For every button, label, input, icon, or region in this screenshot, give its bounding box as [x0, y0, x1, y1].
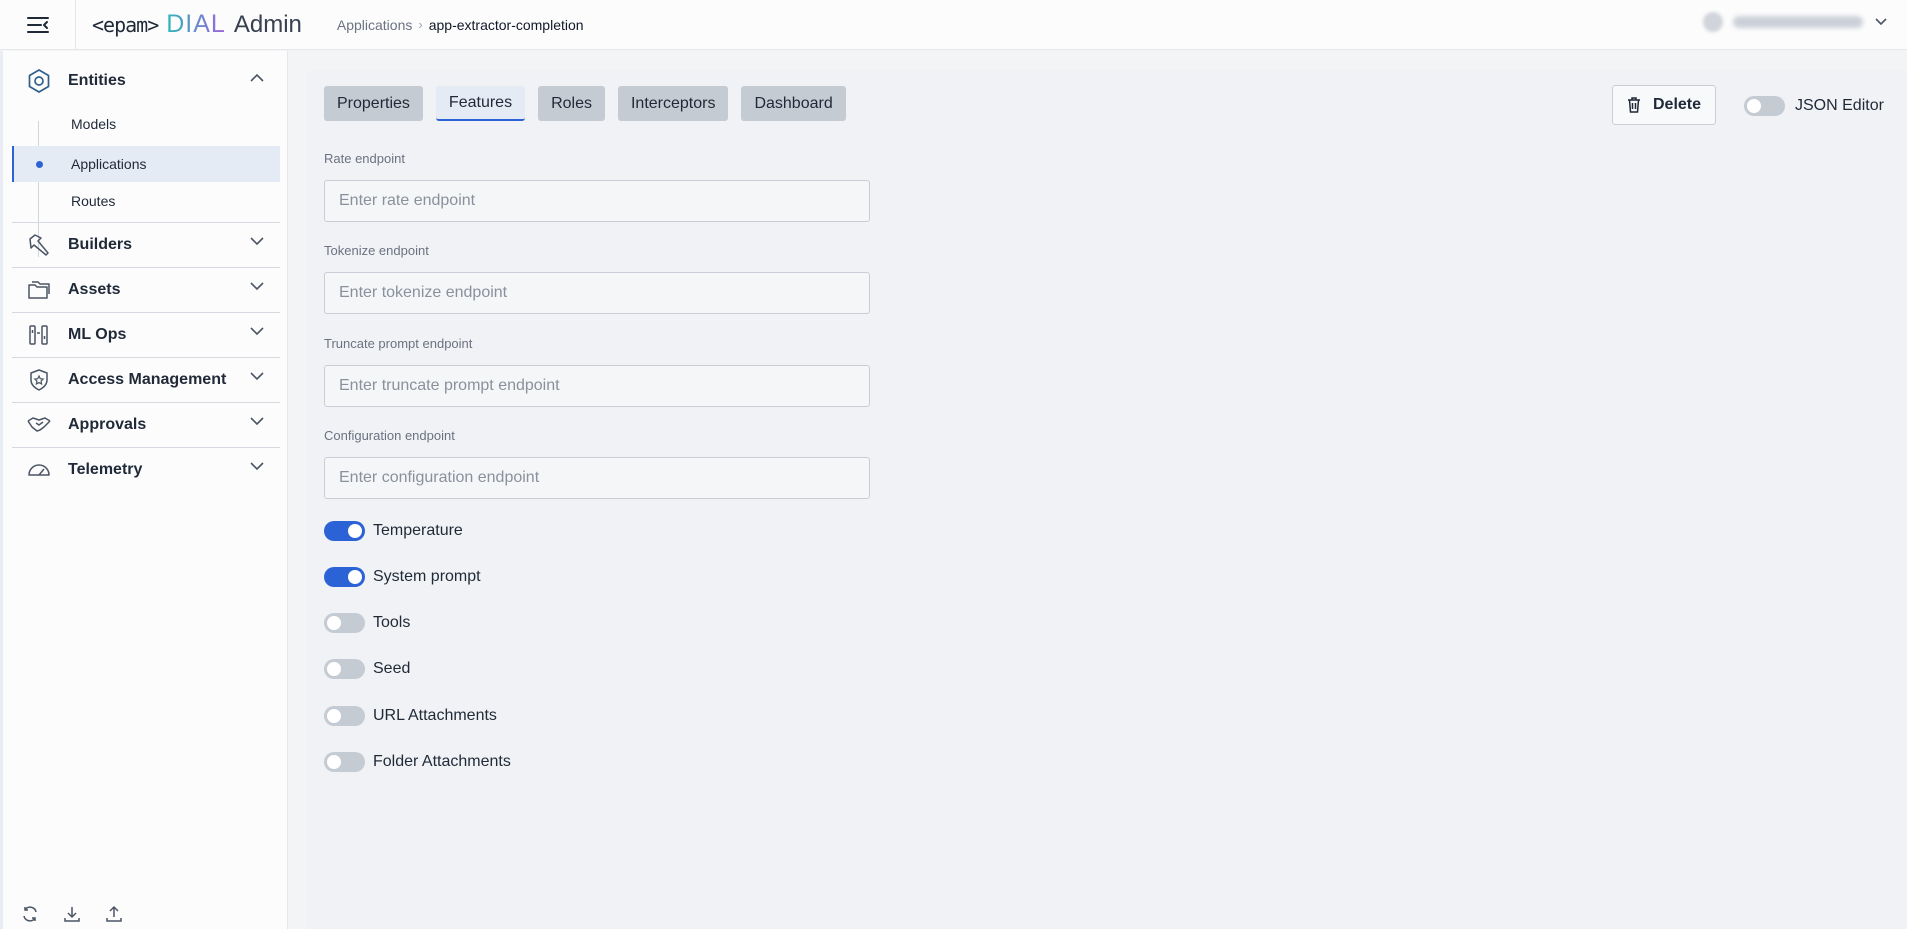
seed-switch[interactable] [324, 659, 365, 679]
sidebar-group-label: Builders [68, 236, 133, 253]
gauge-icon [24, 455, 54, 485]
sidebar-group-label: Telemetry [68, 461, 143, 478]
seed-toggle[interactable]: Seed [324, 657, 410, 681]
sidebar-item-label: Routes [71, 193, 116, 209]
chevron-down-icon [250, 327, 264, 336]
rate-endpoint-input[interactable] [324, 180, 870, 222]
configuration-endpoint-field: Configuration endpoint [324, 428, 870, 499]
json-editor-toggle[interactable]: JSON Editor [1744, 96, 1884, 116]
main-content: Properties Features Roles Interceptors D… [307, 70, 1907, 929]
sidebar-item-routes[interactable]: Routes [12, 183, 280, 219]
download-icon[interactable] [62, 903, 82, 925]
sidebar-item-models[interactable]: Models [12, 106, 280, 142]
sidebar-group-label: Assets [68, 281, 121, 298]
json-editor-label: JSON Editor [1795, 97, 1884, 114]
sidebar-group-entities[interactable]: Entities [12, 59, 280, 103]
logo-epam: <epam> [92, 12, 159, 37]
chevron-up-icon [250, 73, 264, 82]
folder-attachments-switch[interactable] [324, 752, 365, 772]
sidebar-item-applications[interactable]: Applications [12, 146, 280, 182]
hexagon-icon [24, 66, 54, 96]
system-prompt-toggle[interactable]: System prompt [324, 565, 481, 589]
folder-attachments-toggle[interactable]: Folder Attachments [324, 750, 511, 774]
handshake-icon [24, 410, 54, 440]
switch-label: System prompt [373, 568, 481, 585]
sidebar-group-label: Access Management [68, 371, 227, 388]
menu-toggle-button[interactable] [0, 0, 76, 50]
truncate-prompt-endpoint-input[interactable] [324, 365, 870, 407]
sidebar-group-telemetry[interactable]: Telemetry [12, 448, 280, 492]
dial-admin-logo[interactable]: <epam> DIAL Admin [92, 0, 302, 50]
trash-icon [1627, 97, 1641, 113]
switch-label: Tools [373, 614, 411, 631]
tools-switch[interactable] [324, 613, 365, 633]
sidebar: Entities Models Applications Routes Buil… [0, 51, 288, 929]
refresh-icon[interactable] [20, 903, 40, 925]
tokenize-endpoint-input[interactable] [324, 272, 870, 314]
upload-icon[interactable] [104, 903, 124, 925]
sidebar-group-label: ML Ops [68, 326, 127, 343]
switch-label: Temperature [373, 522, 463, 539]
temperature-toggle[interactable]: Temperature [324, 519, 463, 543]
switch-label: URL Attachments [373, 707, 497, 724]
active-indicator-dot [36, 161, 43, 168]
tokenize-endpoint-field: Tokenize endpoint [324, 243, 870, 314]
sidebar-group-assets[interactable]: Assets [12, 268, 280, 312]
sidebar-group-access-management[interactable]: Access Management [12, 358, 280, 402]
chevron-down-icon [250, 462, 264, 471]
field-label: Rate endpoint [324, 151, 405, 166]
sidebar-group-approvals[interactable]: Approvals [12, 403, 280, 447]
ml-ops-icon [24, 320, 54, 350]
breadcrumb-applications-link[interactable]: Applications [337, 17, 413, 33]
chevron-down-icon [250, 372, 264, 381]
url-attachments-switch[interactable] [324, 706, 365, 726]
tools-toggle[interactable]: Tools [324, 611, 410, 635]
user-name-blurred [1733, 16, 1863, 28]
sidebar-item-label: Applications [71, 156, 147, 172]
tab-interceptors[interactable]: Interceptors [617, 86, 729, 121]
sidebar-group-builders[interactable]: Builders [12, 223, 280, 267]
rate-endpoint-field: Rate endpoint [324, 151, 870, 222]
chevron-down-icon [250, 282, 264, 291]
hamburger-menu-icon [26, 16, 49, 33]
sidebar-group-ml-ops[interactable]: ML Ops [12, 313, 280, 357]
sidebar-footer [20, 903, 124, 925]
delete-label: Delete [1652, 96, 1702, 113]
tab-features[interactable]: Features [435, 86, 526, 121]
truncate-prompt-endpoint-field: Truncate prompt endpoint [324, 336, 870, 407]
top-header: <epam> DIAL Admin Applications › app-ext… [0, 0, 1907, 50]
tab-roles[interactable]: Roles [538, 86, 605, 121]
shield-star-icon [24, 365, 54, 395]
hammer-icon [24, 230, 54, 260]
folders-icon [24, 275, 54, 305]
system-prompt-switch[interactable] [324, 567, 365, 587]
tab-dashboard[interactable]: Dashboard [741, 86, 846, 121]
sidebar-item-label: Models [71, 116, 117, 132]
field-label: Tokenize endpoint [324, 243, 429, 258]
chevron-down-icon [250, 417, 264, 426]
breadcrumb: Applications › app-extractor-completion [337, 17, 584, 33]
delete-button[interactable]: Delete [1612, 85, 1716, 125]
avatar [1703, 12, 1723, 32]
sidebar-edge [0, 51, 3, 929]
logo-dial: DIAL [166, 10, 226, 38]
url-attachments-toggle[interactable]: URL Attachments [324, 704, 497, 728]
logo-admin: Admin [233, 10, 302, 38]
chevron-down-icon [1875, 18, 1887, 26]
field-label: Configuration endpoint [324, 428, 455, 443]
tab-bar: Properties Features Roles Interceptors D… [324, 86, 846, 121]
tab-properties[interactable]: Properties [324, 86, 423, 121]
temperature-switch[interactable] [324, 521, 365, 541]
switch-label: Folder Attachments [373, 753, 511, 770]
json-editor-switch[interactable] [1744, 96, 1785, 116]
configuration-endpoint-input[interactable] [324, 457, 870, 499]
switch-label: Seed [373, 660, 411, 677]
user-menu[interactable] [1703, 12, 1887, 32]
sidebar-group-label: Approvals [68, 416, 147, 433]
chevron-right-icon: › [418, 17, 423, 32]
chevron-down-icon [250, 237, 264, 246]
breadcrumb-current: app-extractor-completion [428, 16, 584, 33]
sidebar-group-label: Entities [68, 72, 126, 89]
field-label: Truncate prompt endpoint [324, 336, 473, 351]
